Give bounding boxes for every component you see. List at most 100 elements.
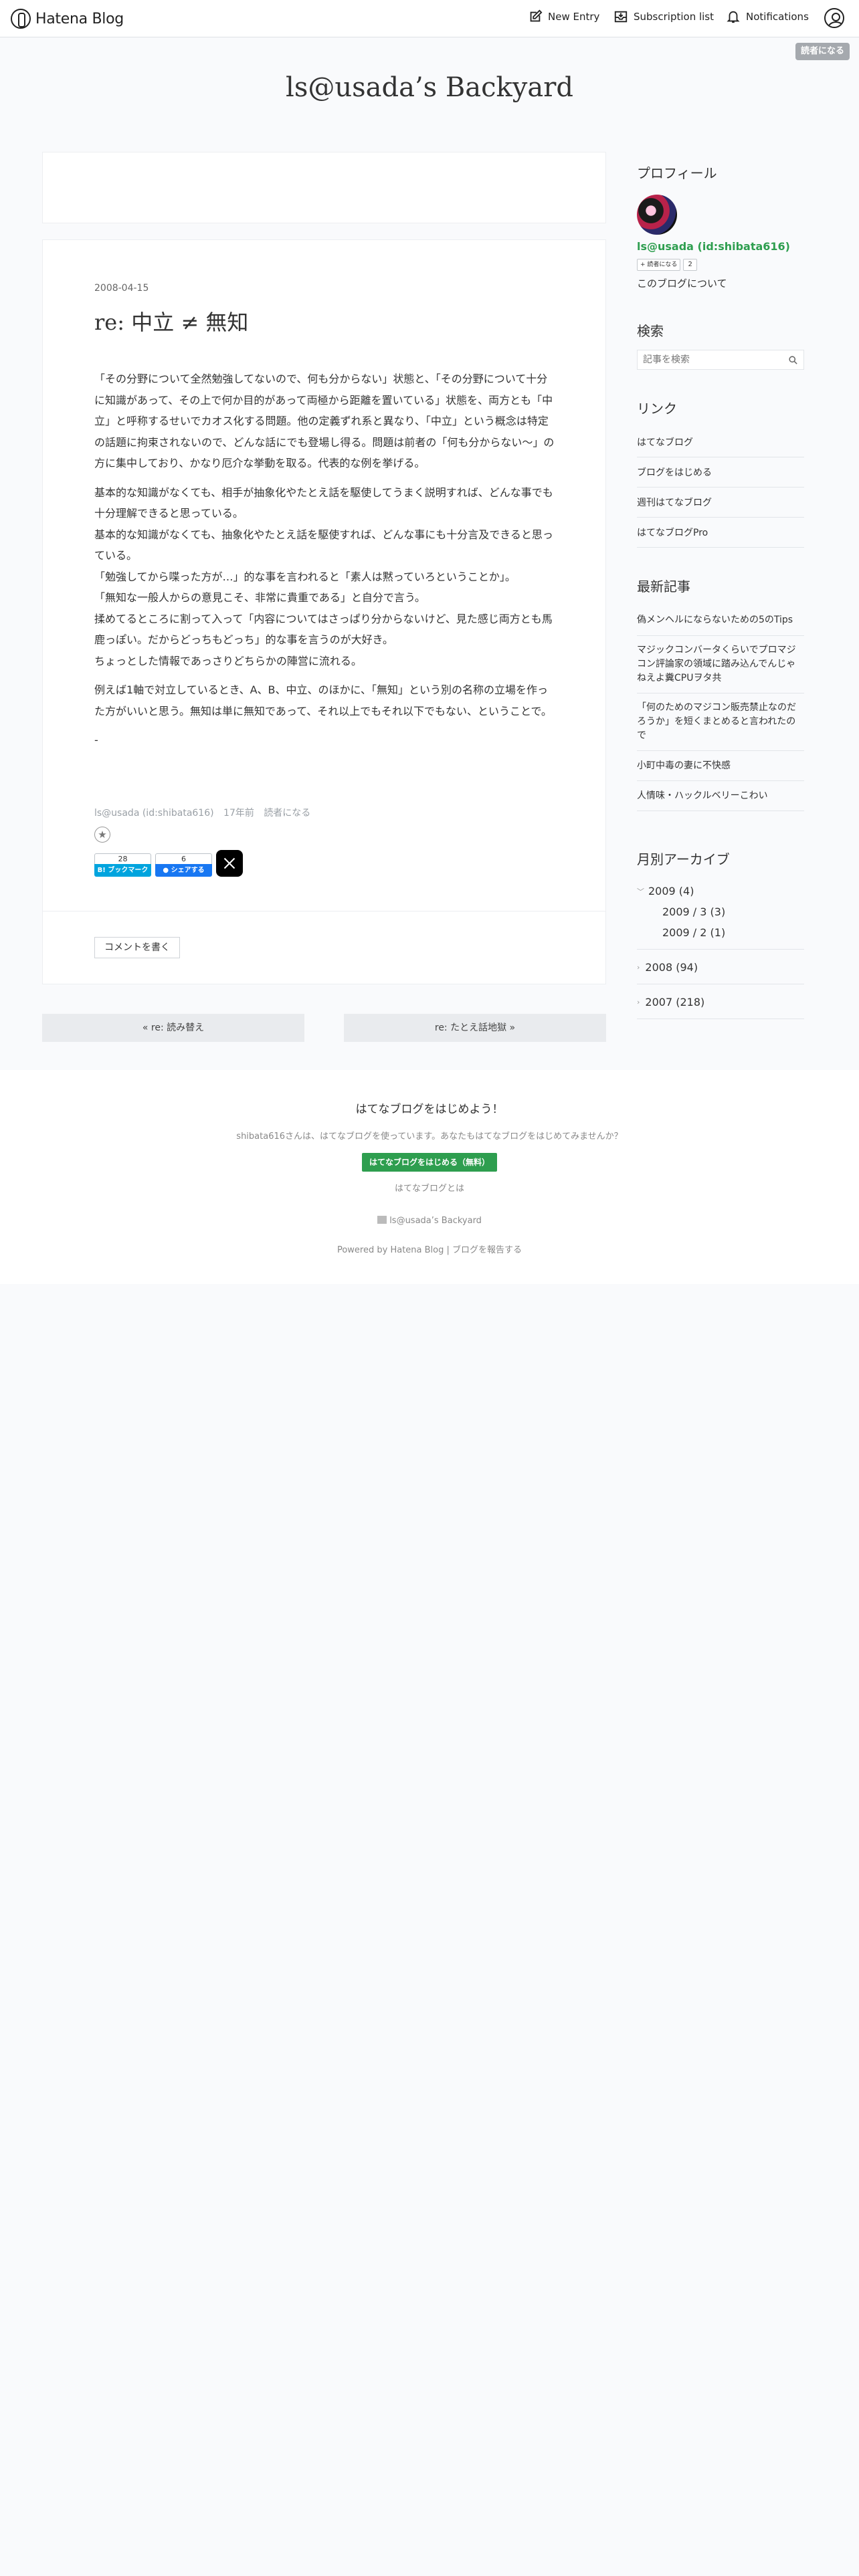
blog-favicon-icon bbox=[377, 1216, 387, 1224]
star-add-icon[interactable]: ★ bbox=[94, 827, 110, 843]
x-share-button[interactable] bbox=[216, 850, 243, 877]
start-blog-button[interactable]: はてなブログをはじめる（無料） bbox=[362, 1153, 497, 1172]
link-item[interactable]: はてなブログPro bbox=[637, 518, 804, 548]
bookmark-count: 28 bbox=[94, 853, 151, 864]
facebook-icon: ● bbox=[163, 867, 169, 874]
facebook-label: ● シェアする bbox=[155, 864, 212, 877]
footer-blog-link[interactable]: ls@usada’s Backyard bbox=[389, 1216, 482, 1226]
archive-year-label: 2007 (218) bbox=[645, 996, 705, 1008]
search-heading: 検索 bbox=[637, 323, 664, 339]
entry-line: 基本的な知識がなくても、抽象化やたとえ話を駆使すれば、どんな事にも十分言及できる… bbox=[94, 528, 553, 562]
hatena-blog-logo[interactable]: Hatena Blog bbox=[11, 9, 124, 29]
entry-line: 揉めてるところに割って入って「内容についてはさっぱり分からないけど、見た感じ両方… bbox=[94, 612, 553, 647]
entry-line: 「無知な一般人からの意見こそ、非常に貴重である」と自分で言う。 bbox=[94, 591, 425, 604]
search-input[interactable] bbox=[638, 350, 778, 369]
recent-item[interactable]: マジックコンバータくらいでプロマジコン評論家の領域に踏み込んでんじゃねえよ糞CP… bbox=[637, 636, 804, 693]
recent-list: 偽メンヘルにならないための5のTips マジックコンバータくらいでプロマジコン評… bbox=[637, 605, 804, 811]
entry-line: ちょっとした情報であっさりどちらかの陣営に流れる。 bbox=[94, 654, 362, 667]
archive-year-2007[interactable]: › 2007 (218) bbox=[637, 996, 804, 1008]
subscribe-label: + 読者になる bbox=[637, 259, 681, 271]
entry-paragraph: - bbox=[94, 730, 556, 751]
subscribe-label-text: 読者になる bbox=[647, 261, 678, 268]
entry-paragraph: 例えば1軸で対立しているとき、A、B、中立、のほかに、「無知」という別の名称の立… bbox=[94, 679, 556, 722]
report-blog-link[interactable]: ブログを報告する bbox=[452, 1245, 522, 1255]
notifications-label: Notifications bbox=[746, 11, 809, 23]
notifications-button[interactable]: Notifications bbox=[726, 9, 809, 24]
about-hatena-blog-link: はてなブログとは bbox=[0, 1181, 859, 1194]
entry-line: 基本的な知識がなくても、相手が抽象化やたとえ話を駆使してうまく説明すれば、どんな… bbox=[94, 486, 553, 520]
hatena-logo-icon bbox=[11, 9, 31, 29]
facebook-count: 6 bbox=[155, 853, 212, 864]
chevron-right-icon: › bbox=[637, 963, 640, 972]
ad-placeholder bbox=[42, 152, 606, 223]
edit-icon bbox=[530, 9, 543, 22]
archive-year-label: 2009 (4) bbox=[648, 885, 694, 897]
next-entry-link[interactable]: re: たとえ話地獄 » bbox=[344, 1014, 606, 1042]
logo-text: Hatena Blog bbox=[35, 10, 124, 27]
write-comment-button[interactable]: コメントを書く bbox=[94, 937, 180, 958]
new-entry-label: New Entry bbox=[548, 11, 600, 23]
profile-subscribe-button[interactable]: + 読者になる 2 bbox=[637, 259, 697, 271]
facebook-label-text: シェアする bbox=[171, 867, 205, 874]
archive-heading: 月別アーカイブ bbox=[637, 851, 730, 867]
entry-title[interactable]: re: 中立 ≠ 無知 bbox=[94, 306, 248, 336]
global-header: Hatena Blog New Entry Subscription list … bbox=[0, 0, 859, 37]
archive-divider bbox=[637, 1018, 804, 1019]
profile-name[interactable]: ls@usada (id:shibata616) bbox=[637, 240, 790, 253]
subscription-list-label: Subscription list bbox=[634, 11, 714, 23]
archive-month-2009-2[interactable]: 2009 / 2 (1) bbox=[662, 926, 725, 939]
entry-date[interactable]: 2008-04-15 bbox=[94, 283, 149, 294]
profile-heading: プロフィール bbox=[637, 165, 717, 181]
archive-year-2008[interactable]: › 2008 (94) bbox=[637, 961, 804, 974]
recent-item[interactable]: 人情味・ハックルベリーこわい bbox=[637, 781, 804, 811]
bookmark-label: B! ブックマーク bbox=[94, 864, 151, 877]
new-entry-button[interactable]: New Entry bbox=[528, 9, 599, 24]
subscribe-button[interactable]: 読者になる bbox=[795, 43, 850, 60]
archive-divider bbox=[637, 949, 804, 950]
recent-heading: 最新記事 bbox=[637, 578, 690, 595]
entry-line: 「その分野について全然勉強してないので、何も分からない」状態と、「その分野につい… bbox=[94, 372, 555, 469]
archive-year-2009[interactable]: ﹀ 2009 (4) bbox=[637, 885, 804, 897]
about-blog-link[interactable]: このブログについて bbox=[637, 276, 727, 290]
hatena-bookmark-button[interactable]: 28 B! ブックマーク bbox=[94, 853, 151, 877]
inbox-icon bbox=[614, 11, 628, 23]
share-buttons: 28 B! ブックマーク 6 ● シェアする bbox=[94, 850, 243, 877]
link-item[interactable]: ブログをはじめる bbox=[637, 457, 804, 488]
bell-icon bbox=[727, 11, 740, 23]
facebook-share-button[interactable]: 6 ● シェアする bbox=[155, 853, 212, 877]
recent-item[interactable]: 小町中毒の妻に不快感 bbox=[637, 751, 804, 781]
archive-month-2009-3[interactable]: 2009 / 3 (3) bbox=[662, 905, 725, 918]
footer-blog-name: ls@usada’s Backyard bbox=[0, 1216, 859, 1226]
subscriber-count: 2 bbox=[683, 259, 697, 271]
recent-item[interactable]: 偽メンヘルにならないための5のTips bbox=[637, 605, 804, 636]
user-account-icon[interactable] bbox=[824, 8, 844, 28]
search-icon[interactable] bbox=[788, 355, 798, 365]
entry-article: 2008-04-15 re: 中立 ≠ 無知 「その分野について全然勉強してない… bbox=[42, 239, 606, 984]
links-heading: リンク bbox=[637, 401, 677, 417]
about-hatena-blog-text[interactable]: はてなブログとは bbox=[395, 1184, 464, 1194]
x-logo-icon bbox=[223, 857, 235, 869]
profile-avatar[interactable] bbox=[637, 195, 677, 235]
powered-by-link[interactable]: Powered by Hatena Blog bbox=[337, 1245, 444, 1255]
links-list: はてなブログ ブログをはじめる 週刊はてなブログ はてなブログPro bbox=[637, 427, 804, 548]
entry-paragraph: 基本的な知識がなくても、相手が抽象化やたとえ話を駆使してうまく説明すれば、どんな… bbox=[94, 482, 556, 672]
entry-line: 「勉強してから喋った方が…」的な事を言われると「素人は黙っていろということか」。 bbox=[94, 570, 516, 583]
recent-item[interactable]: 「何のためのマジコン販売禁止なのだろうか」を短くまとめると言われたので bbox=[637, 693, 804, 751]
plus-icon: + bbox=[640, 261, 646, 268]
author-link[interactable]: ls@usada (id:shibata616) bbox=[94, 808, 214, 819]
link-item[interactable]: 週刊はてなブログ bbox=[637, 488, 804, 518]
subscribe-link[interactable]: 読者になる bbox=[264, 808, 310, 819]
search-box bbox=[637, 350, 804, 370]
archive-year-label: 2008 (94) bbox=[645, 961, 698, 974]
subscription-list-button[interactable]: Subscription list bbox=[613, 9, 714, 24]
blog-title[interactable]: ls@usada’s Backyard bbox=[0, 72, 859, 103]
footer-text: shibata616さんは、はてなブログを使っています。あなたもはてなブログをは… bbox=[236, 1132, 623, 1142]
footer: はてなブログをはじめよう！ shibata616さんは、はてなブログを使っていま… bbox=[0, 1070, 859, 1284]
entry-paragraph: 「その分野について全然勉強してないので、何も分からない」状態と、「その分野につい… bbox=[94, 368, 556, 474]
link-item[interactable]: はてなブログ bbox=[637, 427, 804, 457]
chevron-right-icon: › bbox=[637, 998, 640, 1006]
footer-heading: はてなブログをはじめよう！ bbox=[355, 1103, 504, 1116]
entry-footer-meta: ls@usada (id:shibata616) 17年前 読者になる bbox=[94, 806, 317, 819]
prev-entry-link[interactable]: « re: 読み替え bbox=[42, 1014, 304, 1042]
entry-time[interactable]: 17年前 bbox=[223, 808, 254, 819]
